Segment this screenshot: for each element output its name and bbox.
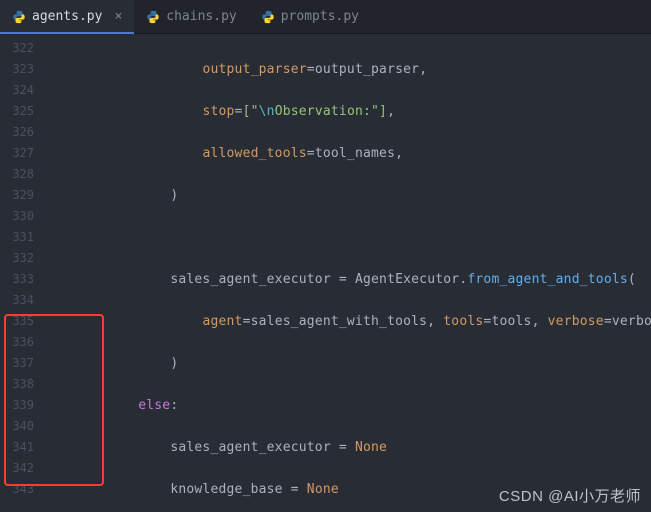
code-line: allowed_tools=tool_names, — [74, 143, 651, 164]
line-number-gutter: 322 323 324 325 326 327 328 329 330 331 … — [0, 34, 42, 512]
editor-tabs: agents.py × chains.py prompts.py — [0, 0, 651, 34]
code-line: sales_agent_executor = None — [74, 437, 651, 458]
code-line: sales_agent_executor = AgentExecutor.fro… — [74, 269, 651, 290]
line-number: 323 — [0, 59, 42, 80]
tab-label: chains.py — [166, 9, 236, 24]
code-line: ) — [74, 353, 651, 374]
code-area[interactable]: output_parser=output_parser, stop=["\nOb… — [74, 34, 651, 512]
line-number: 336 — [0, 332, 42, 353]
line-number: 330 — [0, 206, 42, 227]
line-number: 324 — [0, 80, 42, 101]
tab-label: agents.py — [32, 9, 102, 24]
line-number: 322 — [0, 38, 42, 59]
line-number: 331 — [0, 227, 42, 248]
line-number: 327 — [0, 143, 42, 164]
code-line: stop=["\nObservation:"], — [74, 101, 651, 122]
code-line: knowledge_base = None — [74, 479, 651, 500]
line-number: 334 — [0, 290, 42, 311]
fold-gutter — [42, 34, 74, 512]
code-line: output_parser=output_parser, — [74, 59, 651, 80]
line-number: 328 — [0, 164, 42, 185]
code-line: agent=sales_agent_with_tools, tools=tool… — [74, 311, 651, 332]
tab-prompts[interactable]: prompts.py — [249, 0, 371, 33]
line-number: 329 — [0, 185, 42, 206]
close-icon[interactable]: × — [114, 9, 122, 24]
python-icon — [261, 10, 275, 24]
line-number: 340 — [0, 416, 42, 437]
line-number: 335 — [0, 311, 42, 332]
tab-label: prompts.py — [281, 9, 359, 24]
line-number: 326 — [0, 122, 42, 143]
line-number: 341 — [0, 437, 42, 458]
line-number: 337 — [0, 353, 42, 374]
line-number: 343 — [0, 479, 42, 500]
code-line — [74, 227, 651, 248]
line-number: 332 — [0, 248, 42, 269]
code-line: ) — [74, 185, 651, 206]
line-number: 333 — [0, 269, 42, 290]
line-number: 338 — [0, 374, 42, 395]
code-editor[interactable]: 322 323 324 325 326 327 328 329 330 331 … — [0, 34, 651, 512]
python-icon — [146, 10, 160, 24]
line-number: 339 — [0, 395, 42, 416]
tab-chains[interactable]: chains.py — [134, 0, 248, 33]
code-line: else: — [74, 395, 651, 416]
python-icon — [12, 10, 26, 24]
line-number: 342 — [0, 458, 42, 479]
tab-agents[interactable]: agents.py × — [0, 0, 134, 33]
line-number: 325 — [0, 101, 42, 122]
